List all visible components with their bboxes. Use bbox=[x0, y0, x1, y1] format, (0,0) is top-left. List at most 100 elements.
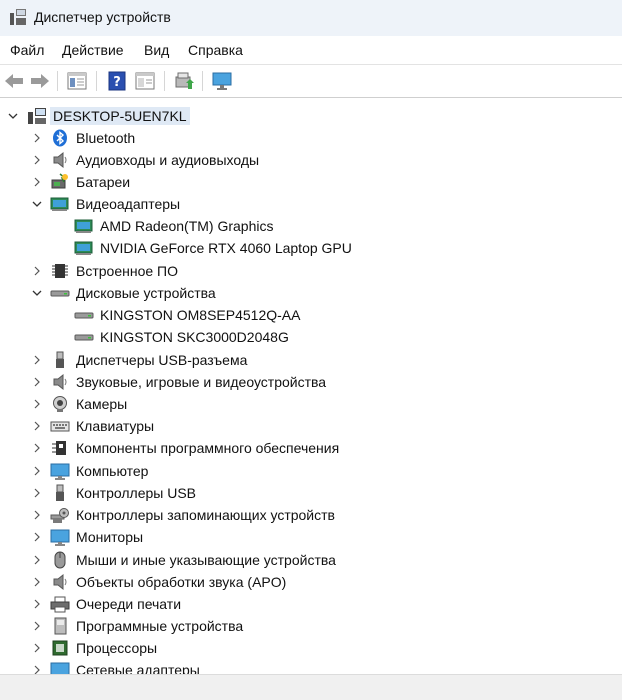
toolbar-separator bbox=[96, 71, 97, 91]
menu-bar: Файл Действие Вид Справка bbox=[0, 36, 622, 64]
tree-item-network-adapters[interactable]: Сетевые адаптеры bbox=[0, 659, 622, 674]
toolbar-separator bbox=[57, 71, 58, 91]
menu-help[interactable]: Справка bbox=[188, 42, 243, 58]
tree-root[interactable]: DESKTOP-5UEN7KL bbox=[0, 105, 622, 127]
menu-action[interactable]: Действие bbox=[62, 42, 124, 58]
software-component-icon bbox=[50, 439, 70, 457]
tree-item-label: Bluetooth bbox=[76, 130, 136, 146]
tree-item-computer[interactable]: Компьютер bbox=[0, 460, 622, 482]
tree-item-software-devices[interactable]: Программные устройства bbox=[0, 615, 622, 637]
tree-item-processors[interactable]: Процессоры bbox=[0, 637, 622, 659]
software-device-icon bbox=[50, 617, 70, 635]
tree-item-label: Клавиатуры bbox=[76, 418, 155, 434]
tree-device-kingston-om8sep[interactable]: KINGSTON OM8SEP4512Q-AA bbox=[0, 304, 622, 326]
firmware-icon bbox=[50, 262, 70, 280]
chevron-right-icon[interactable] bbox=[31, 376, 43, 388]
forward-arrow-icon[interactable] bbox=[29, 70, 51, 92]
tree-item-cameras[interactable]: Камеры bbox=[0, 393, 622, 415]
update-driver-icon[interactable] bbox=[173, 70, 195, 92]
show-hide-icon[interactable] bbox=[134, 70, 156, 92]
chevron-right-icon[interactable] bbox=[31, 132, 43, 144]
tree-item-usb-connector-managers[interactable]: Диспетчеры USB-разъема bbox=[0, 349, 622, 371]
tree-item-software-components[interactable]: Компоненты программного обеспечения bbox=[0, 437, 622, 459]
chevron-right-icon[interactable] bbox=[31, 554, 43, 566]
display-adapter-icon bbox=[50, 195, 70, 213]
tree-item-sound-video-game[interactable]: Звуковые, игровые и видеоустройства bbox=[0, 371, 622, 393]
help-icon[interactable]: ? bbox=[106, 70, 128, 92]
status-bar bbox=[0, 674, 622, 700]
chevron-right-icon[interactable] bbox=[31, 509, 43, 521]
chevron-right-icon[interactable] bbox=[31, 354, 43, 366]
tree-device-kingston-skc3000[interactable]: KINGSTON SKC3000D2048G bbox=[0, 326, 622, 348]
tree-item-label: Сетевые адаптеры bbox=[76, 662, 200, 674]
chevron-down-icon[interactable] bbox=[7, 110, 19, 122]
tree-device-nvidia-rtx-4060[interactable]: NVIDIA GeForce RTX 4060 Laptop GPU bbox=[0, 237, 622, 259]
keyboard-icon bbox=[50, 417, 70, 435]
chevron-right-icon[interactable] bbox=[31, 664, 43, 674]
tree-item-audio-inputs-outputs[interactable]: Аудиовходы и аудиовыходы bbox=[0, 149, 622, 171]
tree-item-label: Процессоры bbox=[76, 640, 158, 656]
camera-icon bbox=[50, 395, 70, 413]
tree-item-batteries[interactable]: Батареи bbox=[0, 171, 622, 193]
tree-item-label: Диспетчеры USB-разъема bbox=[76, 352, 248, 368]
sound-icon bbox=[50, 373, 70, 391]
chevron-right-icon[interactable] bbox=[31, 420, 43, 432]
chevron-right-icon[interactable] bbox=[31, 620, 43, 632]
disk-drive-icon bbox=[50, 284, 70, 302]
chevron-right-icon[interactable] bbox=[31, 154, 43, 166]
chevron-right-icon[interactable] bbox=[31, 642, 43, 654]
chevron-right-icon[interactable] bbox=[31, 576, 43, 588]
window-title: Диспетчер устройств bbox=[34, 9, 171, 25]
tree-item-label: Батареи bbox=[76, 174, 131, 190]
tree-item-storage-controllers[interactable]: Контроллеры запоминающих устройств bbox=[0, 504, 622, 526]
bluetooth-icon bbox=[50, 129, 70, 147]
computer-root-icon bbox=[27, 107, 47, 125]
toolbar: ? bbox=[0, 64, 622, 96]
tree-item-label: Видеоадаптеры bbox=[76, 196, 181, 212]
tree-device-amd-radeon[interactable]: AMD Radeon(TM) Graphics bbox=[0, 215, 622, 237]
speaker-icon bbox=[50, 151, 70, 169]
tree-item-disk-drives[interactable]: Дисковые устройства bbox=[0, 282, 622, 304]
chevron-right-icon[interactable] bbox=[31, 531, 43, 543]
tree-root-label: DESKTOP-5UEN7KL bbox=[50, 107, 190, 125]
tree-item-monitors[interactable]: Мониторы bbox=[0, 526, 622, 548]
toolbar-separator bbox=[202, 71, 203, 91]
menu-file[interactable]: Файл bbox=[10, 42, 44, 58]
back-arrow-icon[interactable] bbox=[3, 70, 25, 92]
chevron-right-icon[interactable] bbox=[31, 598, 43, 610]
usb-connector-icon bbox=[50, 351, 70, 369]
tree-item-usb-controllers[interactable]: Контроллеры USB bbox=[0, 482, 622, 504]
processor-icon bbox=[50, 639, 70, 657]
tree-item-bluetooth[interactable]: Bluetooth bbox=[0, 127, 622, 149]
chevron-right-icon[interactable] bbox=[31, 487, 43, 499]
tree-item-label: Контроллеры USB bbox=[76, 485, 196, 501]
menu-view[interactable]: Вид bbox=[144, 42, 169, 58]
tree-item-label: Дисковые устройства bbox=[76, 285, 216, 301]
tree-item-display-adapters[interactable]: Видеоадаптеры bbox=[0, 193, 622, 215]
network-adapter-icon bbox=[50, 661, 70, 674]
chevron-right-icon[interactable] bbox=[31, 465, 43, 477]
audio-processing-icon bbox=[50, 573, 70, 591]
chevron-down-icon[interactable] bbox=[31, 287, 43, 299]
chevron-down-icon[interactable] bbox=[31, 198, 43, 210]
tree-device-label: AMD Radeon(TM) Graphics bbox=[100, 218, 274, 234]
chevron-right-icon[interactable] bbox=[31, 176, 43, 188]
tree-item-label: Звуковые, игровые и видеоустройства bbox=[76, 374, 327, 390]
chevron-right-icon[interactable] bbox=[31, 265, 43, 277]
tree-item-audio-processing-objects[interactable]: Объекты обработки звука (APO) bbox=[0, 571, 622, 593]
tree-item-label: Компьютер bbox=[76, 463, 149, 479]
toolbar-separator bbox=[164, 71, 165, 91]
tree-item-keyboards[interactable]: Клавиатуры bbox=[0, 415, 622, 437]
tree-item-label: Очереди печати bbox=[76, 596, 182, 612]
tree-item-firmware[interactable]: Встроенное ПО bbox=[0, 260, 622, 282]
tree-item-label: Аудиовходы и аудиовыходы bbox=[76, 152, 260, 168]
display-adapter-icon bbox=[74, 239, 94, 257]
chevron-right-icon[interactable] bbox=[31, 442, 43, 454]
properties-icon[interactable] bbox=[66, 70, 88, 92]
tree-item-print-queues[interactable]: Очереди печати bbox=[0, 593, 622, 615]
monitor-icon[interactable] bbox=[211, 70, 233, 92]
chevron-right-icon[interactable] bbox=[31, 398, 43, 410]
usb-controller-icon bbox=[50, 484, 70, 502]
display-adapter-icon bbox=[74, 217, 94, 235]
tree-item-mice[interactable]: Мыши и иные указывающие устройства bbox=[0, 549, 622, 571]
